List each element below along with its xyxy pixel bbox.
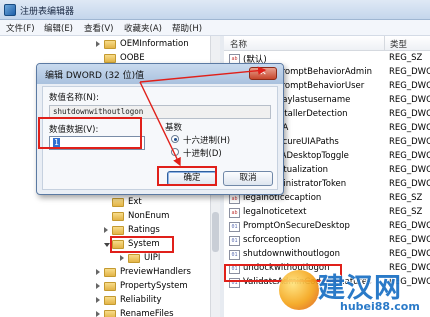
- menu-bar: 文件(F) 编辑(E) 查看(V) 收藏夹(A) 帮助(H): [0, 20, 430, 36]
- highlight-ok-button: [157, 166, 217, 186]
- tree-item-label: OEMInformation: [120, 39, 189, 49]
- menu-help[interactable]: 帮助(H): [172, 22, 202, 34]
- value-type: REG_DWORD: [389, 165, 430, 175]
- value-type: REG_DWORD: [389, 81, 430, 91]
- registry-editor-icon: [4, 4, 16, 16]
- hex-radio[interactable]: [171, 135, 179, 143]
- value-type: REG_SZ: [389, 207, 423, 217]
- value-type: REG_SZ: [389, 53, 423, 63]
- column-divider[interactable]: [384, 36, 385, 51]
- menu-favorites[interactable]: 收藏夹(A): [124, 22, 162, 34]
- tree-item-label: RenameFiles: [120, 309, 174, 317]
- highlight-system-key: [110, 236, 174, 253]
- scrollbar-thumb[interactable]: [212, 212, 219, 252]
- value-type: REG_DWORD: [389, 221, 430, 231]
- close-button[interactable]: ✕: [249, 67, 277, 80]
- value-type: REG_DWORD: [389, 249, 430, 259]
- folder-icon: [112, 226, 124, 235]
- expand-icon[interactable]: [96, 269, 100, 275]
- tree-item-label: PreviewHandlers: [120, 267, 191, 277]
- tree-item-label: UIPI: [144, 253, 161, 263]
- folder-icon: [104, 310, 116, 317]
- value-type: REG_DWORD: [389, 123, 430, 133]
- value-name: PromptOnSecureDesktop: [243, 221, 350, 231]
- folder-icon: [104, 268, 116, 277]
- folder-icon: [128, 254, 140, 263]
- value-name-label: 数值名称(N):: [49, 93, 99, 103]
- binary-value-icon: 01: [229, 236, 240, 246]
- value-name: shutdownwithoutlogon: [243, 249, 340, 259]
- title-bar: 注册表编辑器: [0, 0, 430, 20]
- list-row[interactable]: ab legalnoticetext REG_SZ: [224, 206, 430, 220]
- decimal-radio-label[interactable]: 十进制(D): [183, 147, 222, 159]
- value-type: REG_SZ: [389, 193, 423, 203]
- folder-icon: [104, 40, 116, 49]
- folder-icon: [104, 54, 116, 63]
- menu-view[interactable]: 查看(V): [84, 22, 113, 34]
- value-type: REG_DWORD: [389, 95, 430, 105]
- watermark-url: hubei88.com: [340, 300, 420, 313]
- expand-icon[interactable]: [104, 227, 108, 233]
- binary-value-icon: 01: [229, 250, 240, 260]
- expand-icon[interactable]: [96, 297, 100, 303]
- expand-icon[interactable]: [96, 283, 100, 289]
- tree-item-label: NonEnum: [128, 211, 170, 221]
- list-row[interactable]: 01PromptOnSecureDesktop REG_DWORD: [224, 220, 430, 234]
- tree-item-label: Ext: [128, 197, 142, 207]
- expand-icon[interactable]: [120, 255, 124, 261]
- expand-icon[interactable]: [96, 41, 100, 47]
- expand-icon[interactable]: [96, 311, 100, 317]
- binary-value-icon: 01: [229, 222, 240, 232]
- dialog-titlebar: 编辑 DWORD (32 位)值 ✕: [37, 64, 283, 84]
- tree-item-label: Ratings: [128, 225, 160, 235]
- tree-item-label: PropertySystem: [120, 281, 188, 291]
- value-type: REG_DWORD: [389, 137, 430, 147]
- string-value-icon: ab: [229, 208, 240, 218]
- list-header: 名称 类型: [224, 36, 430, 51]
- window-title: 注册表编辑器: [20, 7, 75, 17]
- value-name: legalnoticetext: [243, 207, 307, 217]
- value-type: REG_DWORD: [389, 179, 430, 189]
- menu-edit[interactable]: 编辑(E): [44, 22, 73, 34]
- dialog-title: 编辑 DWORD (32 位)值: [45, 71, 145, 81]
- highlight-value-data: [38, 117, 142, 149]
- tree-item-label: Reliability: [120, 295, 162, 305]
- value-name: scforceoption: [243, 235, 301, 245]
- decimal-radio[interactable]: [171, 148, 179, 156]
- list-row[interactable]: 01scforceoption REG_DWORD: [224, 234, 430, 248]
- list-row[interactable]: 01shutdownwithoutlogon REG_DWORD: [224, 248, 430, 262]
- watermark-logo-icon: [279, 270, 319, 310]
- column-name-header[interactable]: 名称: [230, 38, 247, 50]
- tree-item-label: OOBE: [120, 53, 145, 63]
- menu-file[interactable]: 文件(F): [6, 22, 35, 34]
- value-type: REG_DWORD: [389, 151, 430, 161]
- column-type-header[interactable]: 类型: [390, 38, 407, 50]
- base-group-label: 基数: [165, 123, 183, 133]
- folder-icon: [112, 212, 124, 221]
- value-type: REG_DWORD: [389, 67, 430, 77]
- string-value-icon: ab: [229, 194, 240, 204]
- value-type: REG_DWORD: [389, 235, 430, 245]
- cancel-button[interactable]: 取消: [223, 171, 273, 186]
- hex-radio-label[interactable]: 十六进制(H): [183, 134, 230, 146]
- folder-icon: [104, 296, 116, 305]
- value-type: REG_DWORD: [389, 109, 430, 119]
- folder-icon: [104, 282, 116, 291]
- folder-icon: [112, 198, 124, 207]
